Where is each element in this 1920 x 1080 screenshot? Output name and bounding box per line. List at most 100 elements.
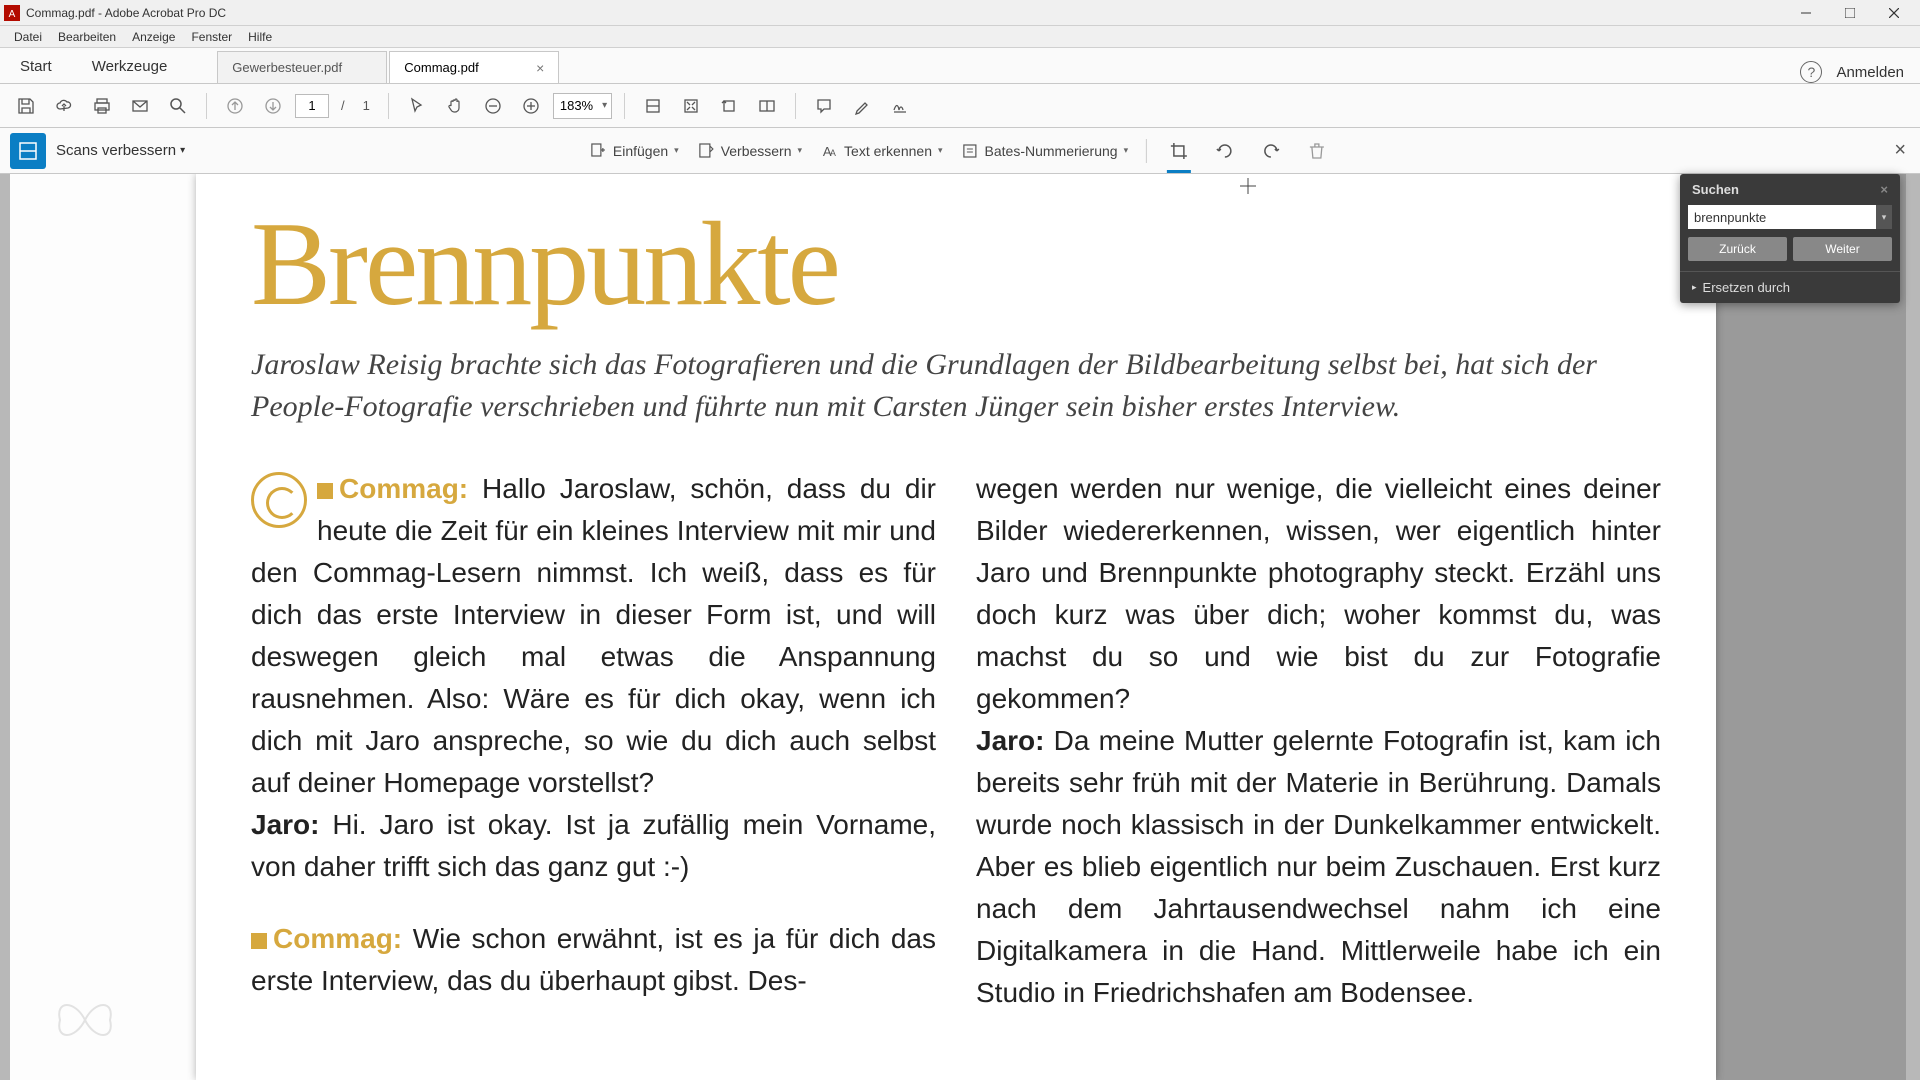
search-next-button[interactable]: Weiter bbox=[1793, 237, 1892, 261]
toolbar-separator bbox=[206, 93, 207, 119]
chevron-down-icon: ▾ bbox=[180, 145, 185, 156]
interview-icon bbox=[251, 472, 307, 528]
pdf-page[interactable]: Brennpunkte Jaroslaw Reisig brachte sich… bbox=[196, 174, 1716, 1080]
mode-tab-tools[interactable]: Werkzeuge bbox=[72, 50, 188, 83]
search-close-icon[interactable]: × bbox=[1880, 182, 1888, 197]
zoom-out-icon[interactable] bbox=[477, 90, 509, 122]
close-toolbar-icon[interactable]: × bbox=[1894, 139, 1906, 162]
article-columns: Commag: Hallo Jaroslaw, schön, dass du d… bbox=[251, 468, 1661, 1014]
left-rail[interactable] bbox=[0, 174, 10, 1080]
zoom-in-icon[interactable] bbox=[515, 90, 547, 122]
next-page-icon[interactable] bbox=[257, 90, 289, 122]
help-icon[interactable]: ? bbox=[1800, 61, 1822, 83]
paragraph: Jaro: Da meine Mutter gelernte Fotografi… bbox=[976, 720, 1661, 1014]
fit-width-icon[interactable] bbox=[637, 90, 669, 122]
window-title: Commag.pdf - Adobe Acrobat Pro DC bbox=[26, 6, 1784, 20]
menu-view[interactable]: Anzeige bbox=[124, 28, 183, 46]
svg-text:A: A bbox=[830, 148, 836, 158]
commag-label: Commag: bbox=[339, 473, 468, 504]
jaro-label: Jaro: bbox=[251, 809, 319, 840]
toolbar-separator bbox=[624, 93, 625, 119]
zoom-select[interactable]: 183% bbox=[553, 93, 612, 119]
print-icon[interactable] bbox=[86, 90, 118, 122]
bullet-icon bbox=[251, 933, 267, 949]
paragraph: Jaro: Hi. Jaro ist okay. Ist ja zufällig… bbox=[251, 804, 936, 888]
insert-tool[interactable]: Einfügen ▾ bbox=[589, 142, 679, 160]
tab-close-icon[interactable]: × bbox=[536, 60, 544, 76]
maximize-button[interactable] bbox=[1828, 1, 1872, 25]
highlight-icon[interactable] bbox=[846, 90, 878, 122]
app-icon: A bbox=[4, 5, 20, 21]
article-intro: Jaroslaw Reisig brachte sich das Fotogra… bbox=[251, 344, 1661, 428]
close-button[interactable] bbox=[1872, 1, 1916, 25]
body-text: Da meine Mutter gelernte Fotografin ist,… bbox=[976, 725, 1661, 1008]
body-text: wegen werden nur wenige, die vielleicht … bbox=[976, 473, 1661, 714]
fit-page-icon[interactable] bbox=[675, 90, 707, 122]
doc-tab-gewerbesteuer[interactable]: Gewerbesteuer.pdf bbox=[217, 51, 387, 83]
zoom-value: 183% bbox=[560, 98, 593, 113]
recognize-label: Text erkennen bbox=[844, 143, 932, 159]
replace-toggle[interactable]: ▸ Ersetzen durch bbox=[1680, 271, 1900, 303]
rotate-icon[interactable] bbox=[713, 90, 745, 122]
paragraph: wegen werden nur wenige, die vielleicht … bbox=[976, 468, 1661, 720]
jaro-label: Jaro: bbox=[976, 725, 1044, 756]
scans-dropdown[interactable]: Scans verbessern ▾ bbox=[56, 142, 185, 159]
title-bar: A Commag.pdf - Adobe Acrobat Pro DC bbox=[0, 0, 1920, 26]
menu-file[interactable]: Datei bbox=[6, 28, 50, 46]
search-icon[interactable] bbox=[162, 90, 194, 122]
crop-tool-icon[interactable] bbox=[1165, 137, 1193, 165]
body-text: Hi. Jaro ist okay. Ist ja zufällig mein … bbox=[251, 809, 936, 882]
scans-label-text: Scans verbessern bbox=[56, 142, 176, 159]
doc-tab-label: Commag.pdf bbox=[404, 60, 478, 75]
enhance-label: Verbessern bbox=[721, 143, 792, 159]
column-left: Commag: Hallo Jaroslaw, schön, dass du d… bbox=[251, 468, 936, 1014]
svg-text:A: A bbox=[9, 9, 16, 20]
mode-tab-start[interactable]: Start bbox=[0, 50, 72, 83]
chevron-down-icon: ▾ bbox=[1124, 145, 1129, 156]
menu-window[interactable]: Fenster bbox=[183, 28, 240, 46]
save-icon[interactable] bbox=[10, 90, 42, 122]
doc-tab-label: Gewerbesteuer.pdf bbox=[232, 60, 342, 75]
butterfly-watermark bbox=[50, 990, 120, 1050]
rotate-ccw-icon[interactable] bbox=[1211, 137, 1239, 165]
crosshair-cursor bbox=[1240, 178, 1256, 194]
signin-link[interactable]: Anmelden bbox=[1836, 64, 1904, 81]
delete-icon[interactable] bbox=[1303, 137, 1331, 165]
article-headline: Brennpunkte bbox=[251, 204, 1661, 324]
search-input[interactable] bbox=[1688, 205, 1876, 229]
comment-icon[interactable] bbox=[808, 90, 840, 122]
signature-icon[interactable] bbox=[884, 90, 916, 122]
mail-icon[interactable] bbox=[124, 90, 156, 122]
insert-label: Einfügen bbox=[613, 143, 668, 159]
menu-edit[interactable]: Bearbeiten bbox=[50, 28, 124, 46]
read-mode-icon[interactable] bbox=[751, 90, 783, 122]
cloud-icon[interactable] bbox=[48, 90, 80, 122]
right-rail[interactable] bbox=[1906, 174, 1920, 1080]
scans-mode-icon[interactable] bbox=[10, 133, 46, 169]
bates-tool[interactable]: Bates-Nummerierung ▾ bbox=[961, 142, 1129, 160]
doc-tab-commag[interactable]: Commag.pdf × bbox=[389, 51, 559, 83]
scans-toolbar: Scans verbessern ▾ Einfügen ▾ Verbessern… bbox=[0, 128, 1920, 174]
chevron-right-icon: ▸ bbox=[1692, 282, 1697, 293]
enhance-tool[interactable]: Verbessern ▾ bbox=[697, 142, 802, 160]
select-tool-icon[interactable] bbox=[401, 90, 433, 122]
column-right: wegen werden nur wenige, die vielleicht … bbox=[976, 468, 1661, 1014]
body-text: Hallo Jaroslaw, schön, dass du dir heute… bbox=[251, 473, 936, 798]
page-number-input[interactable] bbox=[295, 94, 329, 118]
rotate-cw-icon[interactable] bbox=[1257, 137, 1285, 165]
chevron-down-icon: ▾ bbox=[674, 145, 679, 156]
minimize-button[interactable] bbox=[1784, 1, 1828, 25]
replace-label: Ersetzen durch bbox=[1703, 280, 1790, 295]
search-panel: Suchen × ▾ Zurück Weiter ▸ Ersetzen durc… bbox=[1680, 174, 1900, 303]
menu-bar: Datei Bearbeiten Anzeige Fenster Hilfe bbox=[0, 26, 1920, 48]
menu-help[interactable]: Hilfe bbox=[240, 28, 280, 46]
toolbar-separator bbox=[388, 93, 389, 119]
search-back-button[interactable]: Zurück bbox=[1688, 237, 1787, 261]
hand-tool-icon[interactable] bbox=[439, 90, 471, 122]
recognize-tool[interactable]: AA Text erkennen ▾ bbox=[820, 142, 942, 160]
search-dropdown-icon[interactable]: ▾ bbox=[1876, 205, 1892, 229]
prev-page-icon[interactable] bbox=[219, 90, 251, 122]
left-margin bbox=[10, 174, 196, 1080]
page-separator: / bbox=[341, 98, 345, 113]
document-area: Brennpunkte Jaroslaw Reisig brachte sich… bbox=[0, 174, 1920, 1080]
